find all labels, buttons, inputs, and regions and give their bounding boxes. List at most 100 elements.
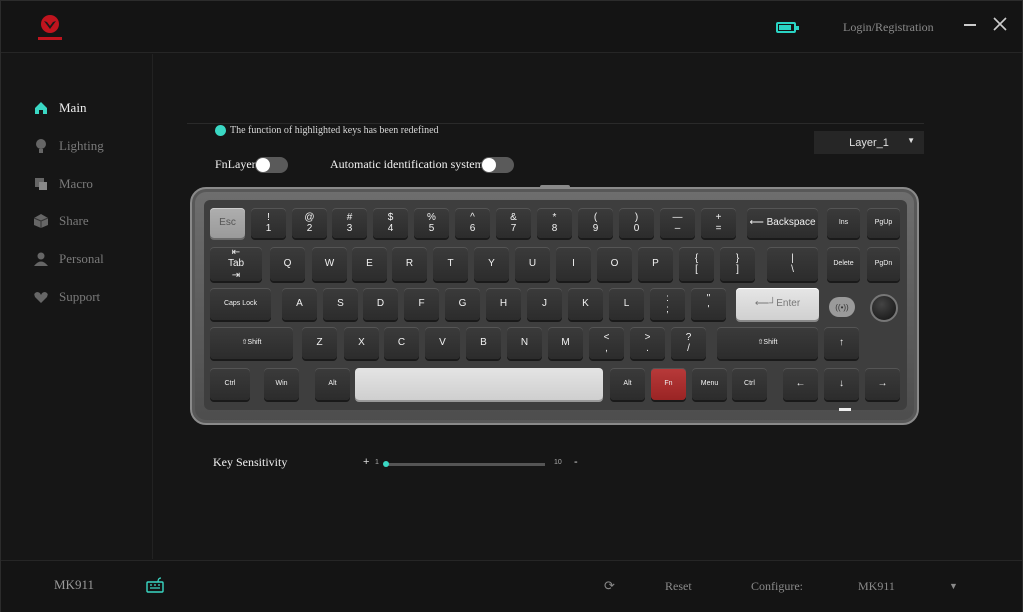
sensitivity-decrease-button[interactable]: - <box>574 456 578 468</box>
key-legend: Caps Lock <box>223 299 258 307</box>
key-4-2[interactable]: Alt <box>315 368 350 400</box>
key-4-6[interactable]: Menu <box>692 368 727 400</box>
key-1-0[interactable]: ⇤ Tab ⇥ <box>210 247 262 281</box>
key-3-4[interactable]: V <box>425 327 460 359</box>
sensitivity-increase-button[interactable]: + <box>363 456 369 468</box>
key-3-10[interactable]: ? / <box>671 327 706 359</box>
key-1-8[interactable]: I <box>556 247 591 281</box>
key-0-11[interactable]: — – <box>660 208 695 238</box>
key-3-5[interactable]: B <box>466 327 501 359</box>
sidebar-item-share[interactable]: Share <box>33 211 89 231</box>
key-3-1[interactable]: Z <box>302 327 337 359</box>
key-legend: 2 <box>306 223 313 234</box>
key-3-11[interactable]: ⇧Shift <box>717 327 818 359</box>
key-3-12[interactable]: ↑ <box>824 327 859 359</box>
sidebar-item-macro[interactable]: Macro <box>33 174 93 194</box>
key-1-4[interactable]: R <box>392 247 427 281</box>
key-4-0[interactable]: Ctrl <box>210 368 250 400</box>
key-2-9[interactable]: L <box>609 288 644 320</box>
key-4-4[interactable]: Alt <box>610 368 645 400</box>
key-1-9[interactable]: O <box>597 247 632 281</box>
login-registration-link[interactable]: Login/Registration <box>843 20 934 35</box>
configure-dropdown-arrow-icon[interactable]: ▼ <box>949 581 958 591</box>
key-2-7[interactable]: J <box>527 288 562 320</box>
key-1-6[interactable]: Y <box>474 247 509 281</box>
key-legend: ⇧Shift <box>241 338 262 346</box>
key-3-3[interactable]: C <box>384 327 419 359</box>
sidebar-item-support[interactable]: Support <box>33 287 100 307</box>
key-2-8[interactable]: K <box>568 288 603 320</box>
key-0-4[interactable]: $4 <box>373 208 408 238</box>
fnlayer-toggle[interactable] <box>255 157 288 173</box>
key-1-7[interactable]: U <box>515 247 550 281</box>
sensitivity-slider[interactable] <box>383 461 545 467</box>
key-0-7[interactable]: & 7 <box>496 208 531 238</box>
volume-knob[interactable] <box>870 294 898 322</box>
key-1-12[interactable]: }] <box>720 247 755 281</box>
reset-button[interactable]: Reset <box>665 579 692 594</box>
configure-select[interactable]: MK911 <box>858 579 895 594</box>
key-0-14[interactable]: Ins <box>827 208 860 238</box>
sidebar-item-lighting[interactable]: Lighting <box>33 136 104 156</box>
key-1-10[interactable]: P <box>638 247 673 281</box>
key-1-15[interactable]: PgDn <box>867 247 900 281</box>
sensitivity-slider-thumb[interactable] <box>383 461 389 467</box>
key-2-5[interactable]: G <box>445 288 480 320</box>
key-legend: ⇧Shift <box>757 338 778 346</box>
key-4-1[interactable]: Win <box>264 368 299 400</box>
key-1-13[interactable]: | \ <box>767 247 818 281</box>
key-0-10[interactable]: ) 0 <box>619 208 654 238</box>
key-2-1[interactable]: A <box>282 288 317 320</box>
key-0-13[interactable]: ⟵ Backspace <box>747 208 818 238</box>
key-0-3[interactable]: #3 <box>332 208 367 238</box>
key-3-7[interactable]: M <box>548 327 583 359</box>
key-3-6[interactable]: N <box>507 327 542 359</box>
key-2-0[interactable]: Caps Lock <box>210 288 271 320</box>
key-2-11[interactable]: " ' <box>691 288 726 320</box>
key-3-0[interactable]: ⇧Shift <box>210 327 293 359</box>
key-1-5[interactable]: T <box>433 247 468 281</box>
key-4-10[interactable]: → <box>865 368 900 400</box>
key-1-11[interactable]: {[ <box>679 247 714 281</box>
keyboard-device-icon[interactable] <box>146 577 164 593</box>
key-1-3[interactable]: E <box>352 247 387 281</box>
key-0-2[interactable]: @2 <box>292 208 327 238</box>
key-4-7[interactable]: Ctrl <box>732 368 767 400</box>
sidebar-item-main[interactable]: Main <box>33 98 86 118</box>
key-0-9[interactable]: (9 <box>578 208 613 238</box>
key-4-9[interactable]: ↓ <box>824 368 859 400</box>
key-0-0[interactable]: Esc <box>210 208 245 238</box>
key-2-6[interactable]: H <box>486 288 521 320</box>
key-3-2[interactable]: X <box>344 327 379 359</box>
key-2-2[interactable]: S <box>323 288 358 320</box>
key-legend: & <box>510 211 517 223</box>
key-2-3[interactable]: D <box>363 288 398 320</box>
key-4-5[interactable]: Fn <box>651 368 686 400</box>
key-4-3[interactable] <box>355 368 603 400</box>
key-0-6[interactable]: ^ 6 <box>455 208 490 238</box>
key-0-1[interactable]: ! 1 <box>251 208 286 238</box>
layer-select[interactable]: Layer_1 ▼ <box>814 131 924 154</box>
key-3-8[interactable]: <, <box>589 327 624 359</box>
key-0-5[interactable]: % 5 <box>414 208 449 238</box>
sidebar-item-personal[interactable]: Personal <box>33 249 104 269</box>
key-legend: ] <box>736 264 739 275</box>
configure-label: Configure: <box>751 579 803 593</box>
key-0-8[interactable]: * 8 <box>537 208 572 238</box>
key-2-10[interactable]: :; <box>650 288 685 320</box>
key-4-8[interactable]: ← <box>783 368 818 400</box>
key-3-9[interactable]: >. <box>630 327 665 359</box>
key-0-15[interactable]: PgUp <box>867 208 900 238</box>
key-1-14[interactable]: Delete <box>827 247 860 281</box>
key-1-2[interactable]: W <box>312 247 347 281</box>
refresh-icon[interactable]: ⟳ <box>604 578 615 594</box>
minimize-icon[interactable] <box>964 17 978 31</box>
key-1-1[interactable]: Q <box>270 247 305 281</box>
key-2-4[interactable]: F <box>404 288 439 320</box>
key-2-12[interactable]: ⟵┘Enter <box>736 288 819 320</box>
auto-identification-toggle[interactable] <box>481 157 514 173</box>
close-icon[interactable] <box>992 16 1008 32</box>
key-0-12[interactable]: + = <box>701 208 736 238</box>
key-legend: ⟵ Backspace <box>749 217 816 229</box>
sidebar-item-label: Share <box>59 213 89 228</box>
